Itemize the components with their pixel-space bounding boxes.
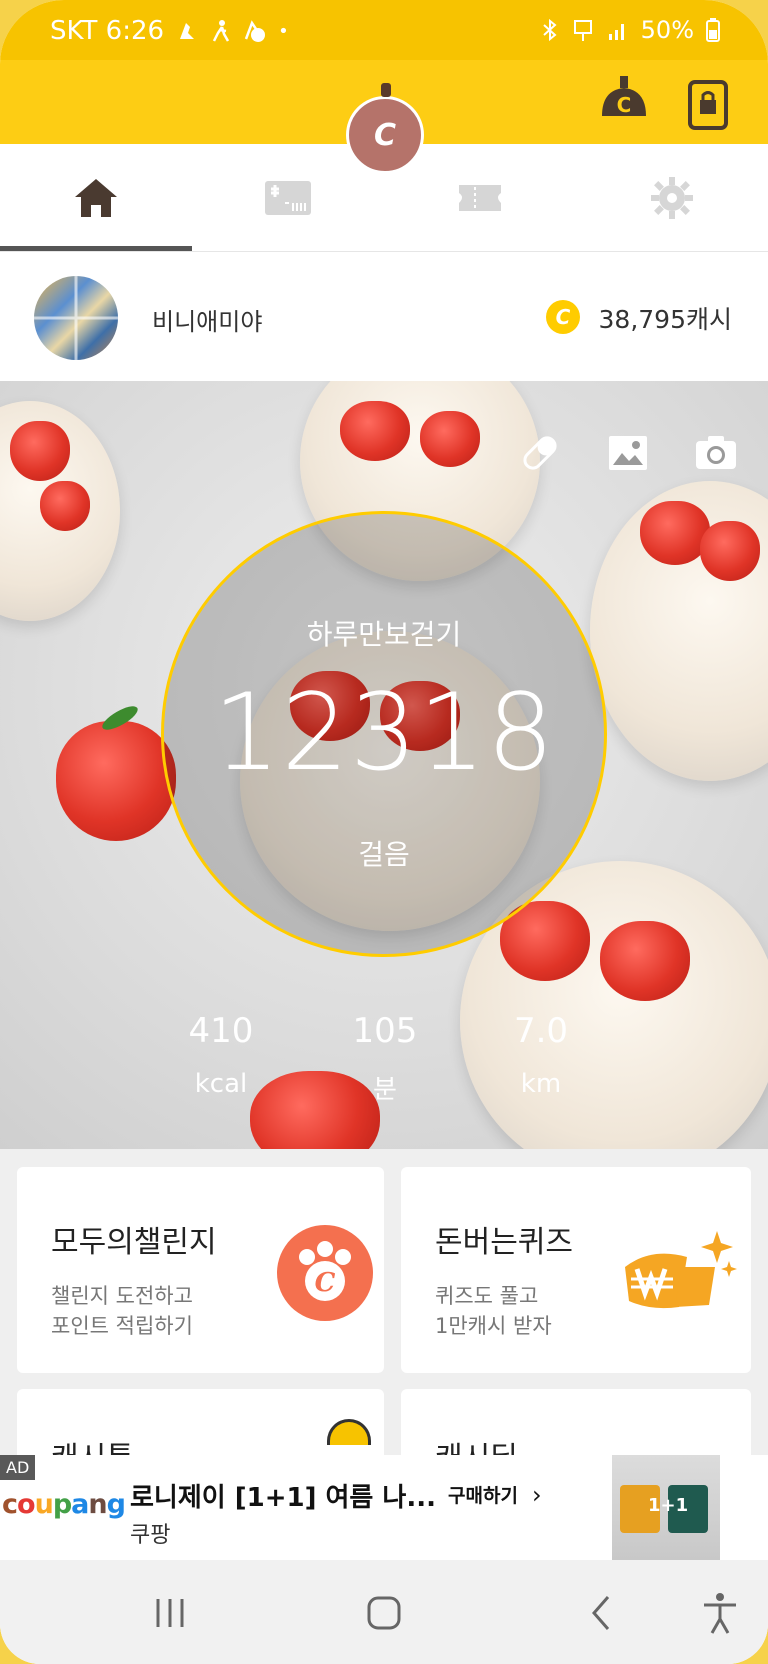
signal-icon — [608, 24, 624, 40]
stat-distance: 7.0 km — [466, 1011, 616, 1099]
bluetooth-icon — [542, 18, 557, 42]
gear-icon — [651, 177, 693, 219]
phone-lock-icon[interactable] — [688, 80, 728, 130]
battery-icon — [706, 18, 720, 42]
walk-title: 하루만보걷기 — [306, 618, 462, 651]
ad-image-tag: 1+1 — [648, 1495, 689, 1516]
home-circle-icon — [367, 1596, 401, 1630]
image-icon[interactable] — [606, 431, 650, 475]
ad-badge: AD — [0, 1455, 36, 1480]
badge-hanger — [381, 83, 391, 97]
coin-character-icon[interactable]: C — [346, 83, 424, 174]
profile-row: 비니애미야 C 38,795캐시 — [0, 252, 768, 381]
stat-value: 7.0 — [513, 1011, 569, 1051]
cash-balance[interactable]: 38,795캐시 — [599, 300, 732, 336]
tab-settings[interactable] — [576, 144, 768, 252]
username: 비니애미야 — [152, 308, 263, 336]
walk-app-icon — [180, 23, 195, 39]
card-subtitle: 퀴즈도 풀고 1만캐시 받자 — [435, 1281, 552, 1341]
stat-unit: kcal — [194, 1069, 248, 1099]
svg-text:C: C — [617, 93, 632, 117]
chevron-right-icon[interactable]: › — [532, 1481, 542, 1509]
step-count: 12318 — [212, 671, 556, 794]
ad-product-image[interactable]: 1+1 — [612, 1455, 720, 1560]
phone-screen: SKT 6:26 • 50% C C 비니애미야 C 38,795캐시 하루만보… — [0, 0, 768, 1664]
step-counter-hero: 하루만보걷기 12318 걸음 410 kcal 105 분 7.0 km — [0, 381, 768, 1149]
5g-icon — [573, 20, 592, 41]
card-subtitle-line: 포인트 적립하기 — [51, 1314, 193, 1338]
card-subtitle: 챌린지 도전하고 포인트 적립하기 — [51, 1281, 193, 1341]
stat-value: 105 — [352, 1011, 418, 1051]
back-icon — [592, 1596, 610, 1630]
ad-advertiser: 쿠팡 — [130, 1523, 171, 1548]
active-tab-indicator — [0, 246, 192, 251]
carrier-time: SKT 6:26 — [50, 16, 165, 46]
bg-berry — [600, 921, 690, 1001]
svg-text:C: C — [315, 1268, 336, 1298]
cash-coin-icon: C — [546, 300, 580, 334]
won-sparkle-icon — [625, 1231, 737, 1309]
home-button[interactable] — [354, 1586, 414, 1640]
ad-banner[interactable]: AD coupang 로니제이 [1+1] 여름 나... 쿠팡 구매하기 › … — [0, 1455, 768, 1560]
step-unit: 걸음 — [358, 838, 410, 871]
walker-icon — [212, 20, 230, 42]
badge-letter: C — [373, 117, 397, 153]
card-subtitle-line: 퀴즈도 풀고 — [435, 1284, 539, 1308]
card-subtitle-line: 챌린지 도전하고 — [51, 1284, 193, 1308]
notification-dot: • — [278, 20, 289, 42]
ad-title[interactable]: 로니제이 [1+1] 여름 나... — [130, 1477, 436, 1514]
ad-buy-button[interactable]: 구매하기 — [448, 1481, 518, 1508]
cash-app-icon — [244, 20, 266, 42]
card-quiz[interactable]: 돈버는퀴즈 퀴즈도 풀고 1만캐시 받자 — [401, 1167, 751, 1373]
home-icon — [75, 179, 117, 217]
ticket-icon — [459, 185, 501, 211]
battery-percent: 50% — [640, 16, 694, 44]
bg-berry — [700, 521, 760, 581]
stat-calories: 410 kcal — [146, 1011, 296, 1099]
cash-hat-icon — [327, 1419, 371, 1445]
camera-icon[interactable] — [694, 431, 738, 475]
back-button[interactable] — [572, 1586, 632, 1640]
stat-unit: 분 — [373, 1075, 397, 1105]
recent-apps-button[interactable] — [140, 1586, 200, 1640]
store-icon — [265, 181, 311, 215]
coupang-logo: coupang — [2, 1489, 126, 1520]
system-navbar — [0, 1560, 768, 1664]
bg-berry — [40, 481, 90, 531]
status-bar: SKT 6:26 • 50% — [0, 0, 768, 60]
accessibility-icon — [704, 1593, 736, 1634]
bg-berry — [420, 411, 480, 467]
recent-apps-icon — [156, 1599, 184, 1627]
feature-cards: 모두의챌린지 챌린지 도전하고 포인트 적립하기 C 돈버는퀴즈 퀴즈도 풀고 … — [0, 1149, 768, 1509]
accessibility-button[interactable] — [690, 1586, 750, 1640]
tab-home[interactable] — [0, 144, 192, 252]
card-challenge[interactable]: 모두의챌린지 챌린지 도전하고 포인트 적립하기 C — [17, 1167, 384, 1373]
avatar[interactable] — [34, 276, 118, 360]
stat-value: 410 — [188, 1011, 254, 1051]
stat-unit: km — [520, 1069, 562, 1099]
paw-coin-icon: C — [277, 1225, 373, 1321]
card-title: 돈버는퀴즈 — [435, 1225, 573, 1260]
stat-minutes: 105 분 — [310, 1011, 460, 1106]
card-title: 모두의챌린지 — [51, 1225, 217, 1260]
bg-berry — [10, 421, 70, 481]
card-subtitle-line: 1만캐시 받자 — [435, 1314, 552, 1338]
hero-tools — [518, 431, 738, 475]
pill-icon[interactable] — [518, 431, 562, 475]
bg-berry — [340, 401, 410, 461]
cash-bag-icon[interactable]: C — [598, 72, 650, 124]
